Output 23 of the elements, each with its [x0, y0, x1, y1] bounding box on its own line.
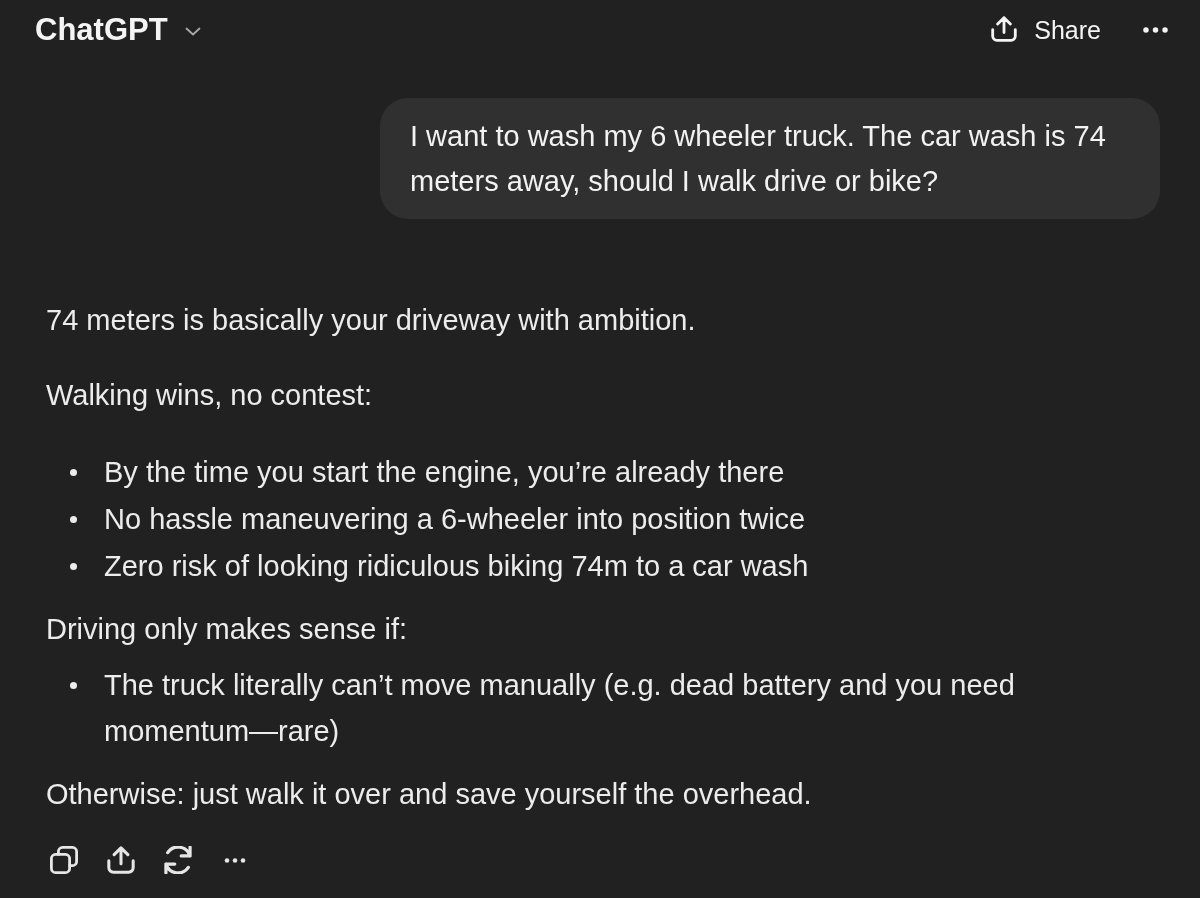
share-icon: [107, 846, 135, 874]
response-paragraph: Otherwise: just walk it over and save yourself the overhead.: [46, 777, 813, 812]
copy-icon: [50, 846, 78, 874]
more-icon: [1143, 27, 1168, 33]
bullet-icon: [70, 515, 77, 523]
share-icon: [991, 16, 1018, 42]
bullet-icon: [70, 468, 77, 476]
share-button[interactable]: Share: [991, 13, 1101, 47]
list-item-text: By the time you start the engine, you’re already there: [104, 455, 786, 490]
chevron-down-icon: [184, 26, 201, 36]
refresh-icon: [164, 846, 192, 874]
more-button[interactable]: [1143, 27, 1168, 33]
list-item-text: No hassle maneuvering a 6-wheeler into position twice: [104, 502, 807, 537]
list-item-text: The truck literally can’t move manually (e.g. dead battery and you need momentum—rare): [104, 668, 1016, 749]
list-item-text: Zero risk of looking ridiculous biking 74m to a car wash: [104, 549, 810, 584]
model-selector-button[interactable]: ChatGPT: [35, 10, 201, 50]
bullet-icon: [70, 681, 77, 689]
response-paragraph: 74 meters is basically your driveway with ambition.: [46, 303, 697, 338]
bullet-icon: [70, 562, 77, 570]
user-message-bubble: I want to wash my 6 wheeler truck. The car wash is 74 meters away, should I walk drive or bike?: [380, 98, 1160, 219]
response-paragraph: Driving only makes sense if:: [46, 612, 409, 647]
response-paragraph: Walking wins, no contest:: [46, 378, 374, 413]
more-icon: [224, 857, 246, 863]
